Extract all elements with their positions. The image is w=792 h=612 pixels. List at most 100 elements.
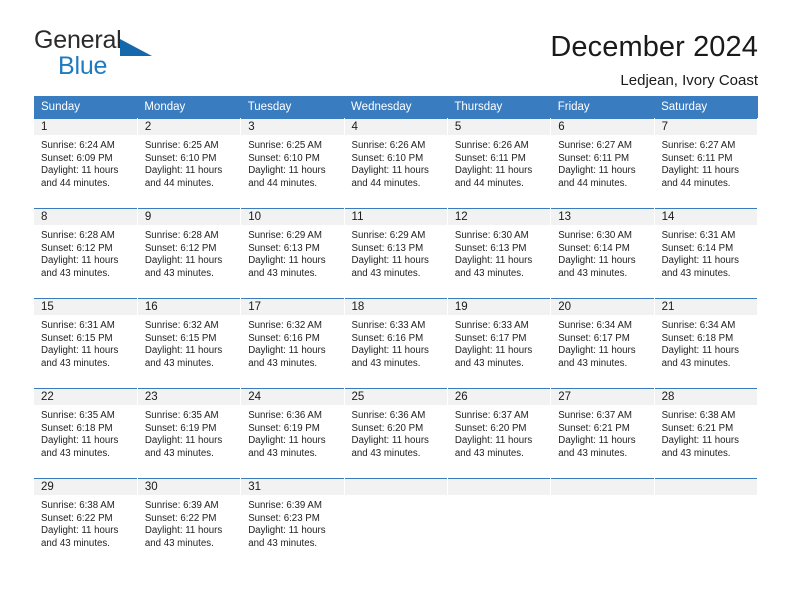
- day-details: Sunrise: 6:34 AM Sunset: 6:18 PM Daylight:…: [655, 316, 757, 370]
- calendar-day-cell[interactable]: 19 Sunrise: 6:33 AM Sunset: 6:17 PM Dayligh…: [447, 298, 552, 389]
- day-details: Sunrise: 6:38 AM Sunset: 6:22 PM Daylight:…: [34, 496, 137, 550]
- sunset-text: Sunset: 6:12 PM: [144, 242, 217, 254]
- calendar-day-cell[interactable]: 18 Sunrise: 6:33 AM Sunset: 6:16 PM Dayligh…: [344, 298, 448, 389]
- calendar-page: General Blue December 2024 Ledjean, Ivor…: [0, 0, 792, 612]
- weekday-header-monday: Monday: [137, 96, 241, 119]
- logo-text-general: General: [34, 26, 122, 54]
- calendar-day-cell[interactable]: 27 Sunrise: 6:37 AM Sunset: 6:21 PM Dayligh…: [550, 388, 655, 479]
- page-subtitle: Ledjean, Ivory Coast: [620, 72, 758, 89]
- day-number: 13: [551, 209, 654, 226]
- day-details: Sunrise: 6:30 AM Sunset: 6:14 PM Daylight:…: [551, 226, 653, 280]
- day-number: 26: [447, 389, 551, 406]
- daylight-text-line2: and 43 minutes.: [558, 267, 628, 279]
- calendar-day-cell[interactable]: 24 Sunrise: 6:36 AM Sunset: 6:19 PM Dayligh…: [240, 388, 345, 479]
- calendar-day-cell[interactable]: 15 Sunrise: 6:31 AM Sunset: 6:15 PM Dayligh…: [34, 298, 138, 389]
- calendar-day-cell[interactable]: 13 Sunrise: 6:30 AM Sunset: 6:14 PM Dayligh…: [550, 208, 655, 299]
- calendar-week-row: 1 Sunrise: 6:24 AM Sunset: 6:09 PM Daylight…: [34, 118, 759, 209]
- daylight-text-line2: and 44 minutes.: [351, 177, 421, 189]
- calendar-day-cell[interactable]: 11 Sunrise: 6:29 AM Sunset: 6:13 PM Dayligh…: [344, 208, 448, 299]
- page-header: General Blue December 2024 Ledjean, Ivor…: [0, 0, 792, 96]
- calendar-day-cell[interactable]: 9 Sunrise: 6:28 AM Sunset: 6:12 PM Daylight…: [137, 208, 242, 299]
- day-number: 19: [447, 299, 551, 316]
- calendar-day-cell[interactable]: 17 Sunrise: 6:32 AM Sunset: 6:16 PM Dayligh…: [240, 298, 345, 389]
- sunrise-text: Sunrise: 6:25 AM: [248, 140, 322, 151]
- general-blue-logo[interactable]: General Blue: [34, 28, 164, 86]
- calendar-day-cell[interactable]: 23 Sunrise: 6:35 AM Sunset: 6:19 PM Dayligh…: [137, 388, 242, 479]
- logo-text-blue: Blue: [58, 52, 108, 80]
- calendar-day-cell[interactable]: 28 Sunrise: 6:38 AM Sunset: 6:21 PM Dayligh…: [654, 388, 759, 479]
- calendar-day-cell[interactable]: 12 Sunrise: 6:30 AM Sunset: 6:13 PM Dayligh…: [447, 208, 552, 299]
- sunrise-text: Sunrise: 6:26 AM: [351, 140, 426, 151]
- calendar-day-cell[interactable]: 30 Sunrise: 6:39 AM Sunset: 6:22 PM Dayligh…: [137, 478, 242, 569]
- calendar-week-row: 8 Sunrise: 6:28 AM Sunset: 6:12 PM Daylight…: [34, 208, 759, 299]
- day-details: Sunrise: 6:31 AM Sunset: 6:15 PM Daylight:…: [34, 316, 137, 370]
- sunset-text: Sunset: 6:17 PM: [454, 332, 527, 344]
- calendar-day-cell[interactable]: 8 Sunrise: 6:28 AM Sunset: 6:12 PM Daylight…: [34, 208, 138, 299]
- day-number: 12: [447, 209, 551, 226]
- daylight-text-line1: Daylight: 11 hours: [661, 345, 739, 357]
- sunset-text: Sunset: 6:10 PM: [248, 152, 320, 164]
- day-details: Sunrise: 6:39 AM Sunset: 6:22 PM Daylight:…: [138, 496, 240, 550]
- sunset-text: Sunset: 6:16 PM: [351, 332, 424, 344]
- calendar-day-cell[interactable]: 20 Sunrise: 6:34 AM Sunset: 6:17 PM Dayligh…: [550, 298, 655, 389]
- calendar-day-cell[interactable]: 21 Sunrise: 6:34 AM Sunset: 6:18 PM Dayligh…: [654, 298, 759, 389]
- calendar-day-cell[interactable]: 26 Sunrise: 6:37 AM Sunset: 6:20 PM Dayligh…: [447, 388, 552, 479]
- sunrise-text: Sunrise: 6:32 AM: [248, 320, 322, 331]
- sunrise-text: Sunrise: 6:28 AM: [144, 230, 219, 241]
- calendar-day-cell[interactable]: 31 Sunrise: 6:39 AM Sunset: 6:23 PM Dayligh…: [240, 478, 345, 569]
- day-number: 11: [344, 209, 447, 226]
- weekday-header-tuesday: Tuesday: [240, 96, 345, 119]
- daylight-text-line2: and 43 minutes.: [144, 267, 214, 279]
- calendar-day-cell[interactable]: 29 Sunrise: 6:38 AM Sunset: 6:22 PM Dayligh…: [34, 478, 138, 569]
- daylight-text-line1: Daylight: 11 hours: [558, 165, 636, 177]
- calendar-day-cell-empty: [654, 478, 759, 569]
- day-details: Sunrise: 6:39 AM Sunset: 6:23 PM Daylight:…: [241, 496, 343, 550]
- calendar-day-cell[interactable]: 6 Sunrise: 6:27 AM Sunset: 6:11 PM Daylight…: [550, 118, 655, 209]
- calendar-day-cell[interactable]: 22 Sunrise: 6:35 AM Sunset: 6:18 PM Dayligh…: [34, 388, 138, 479]
- day-details: Sunrise: 6:35 AM Sunset: 6:18 PM Daylight:…: [34, 406, 137, 460]
- calendar-day-cell[interactable]: 7 Sunrise: 6:27 AM Sunset: 6:11 PM Daylight…: [654, 118, 759, 209]
- daylight-text-line1: Daylight: 11 hours: [661, 165, 739, 177]
- daylight-text-line1: Daylight: 11 hours: [41, 345, 119, 357]
- day-details: [551, 496, 653, 500]
- calendar-day-cell[interactable]: 16 Sunrise: 6:32 AM Sunset: 6:15 PM Dayligh…: [137, 298, 242, 389]
- daylight-text-line2: and 44 minutes.: [661, 177, 731, 189]
- day-number: 21: [654, 299, 757, 316]
- weekday-header-sunday: Sunday: [34, 96, 138, 119]
- sunset-text: Sunset: 6:18 PM: [661, 332, 734, 344]
- day-number: 10: [241, 209, 344, 226]
- day-details: Sunrise: 6:26 AM Sunset: 6:10 PM Daylight:…: [345, 136, 447, 190]
- sunset-text: Sunset: 6:18 PM: [41, 422, 113, 434]
- calendar-day-cell[interactable]: 3 Sunrise: 6:25 AM Sunset: 6:10 PM Daylight…: [240, 118, 345, 209]
- calendar-day-cell[interactable]: 14 Sunrise: 6:31 AM Sunset: 6:14 PM Dayligh…: [654, 208, 759, 299]
- day-number: 28: [654, 389, 757, 406]
- day-number: 20: [551, 299, 654, 316]
- day-number: [551, 479, 654, 496]
- day-details: Sunrise: 6:36 AM Sunset: 6:19 PM Daylight:…: [241, 406, 343, 460]
- sunrise-text: Sunrise: 6:36 AM: [351, 410, 426, 421]
- calendar-day-cell[interactable]: 1 Sunrise: 6:24 AM Sunset: 6:09 PM Daylight…: [34, 118, 138, 209]
- calendar-day-cell[interactable]: 2 Sunrise: 6:25 AM Sunset: 6:10 PM Daylight…: [137, 118, 242, 209]
- sunrise-text: Sunrise: 6:24 AM: [41, 140, 115, 151]
- weekday-header-row: Sunday Monday Tuesday Wednesday Thursday…: [34, 96, 758, 119]
- logo-triangle-icon: [120, 39, 152, 56]
- sunset-text: Sunset: 6:23 PM: [248, 512, 320, 524]
- daylight-text-line1: Daylight: 11 hours: [144, 255, 223, 267]
- daylight-text-line2: and 43 minutes.: [144, 357, 214, 369]
- calendar-day-cell[interactable]: 10 Sunrise: 6:29 AM Sunset: 6:13 PM Dayligh…: [240, 208, 345, 299]
- sunrise-text: Sunrise: 6:32 AM: [144, 320, 219, 331]
- daylight-text-line1: Daylight: 11 hours: [351, 165, 429, 177]
- sunset-text: Sunset: 6:21 PM: [558, 422, 630, 434]
- daylight-text-line1: Daylight: 11 hours: [351, 435, 429, 447]
- daylight-text-line2: and 44 minutes.: [558, 177, 628, 189]
- sunrise-text: Sunrise: 6:34 AM: [661, 320, 736, 331]
- calendar-day-cell[interactable]: 5 Sunrise: 6:26 AM Sunset: 6:11 PM Daylight…: [447, 118, 552, 209]
- daylight-text-line2: and 43 minutes.: [248, 447, 318, 459]
- daylight-text-line1: Daylight: 11 hours: [41, 525, 119, 537]
- day-details: Sunrise: 6:38 AM Sunset: 6:21 PM Daylight:…: [655, 406, 757, 460]
- daylight-text-line2: and 43 minutes.: [558, 447, 628, 459]
- calendar-day-cell[interactable]: 25 Sunrise: 6:36 AM Sunset: 6:20 PM Dayligh…: [344, 388, 448, 479]
- sunrise-text: Sunrise: 6:29 AM: [351, 230, 426, 241]
- calendar-day-cell[interactable]: 4 Sunrise: 6:26 AM Sunset: 6:10 PM Daylight…: [344, 118, 448, 209]
- daylight-text-line2: and 44 minutes.: [248, 177, 318, 189]
